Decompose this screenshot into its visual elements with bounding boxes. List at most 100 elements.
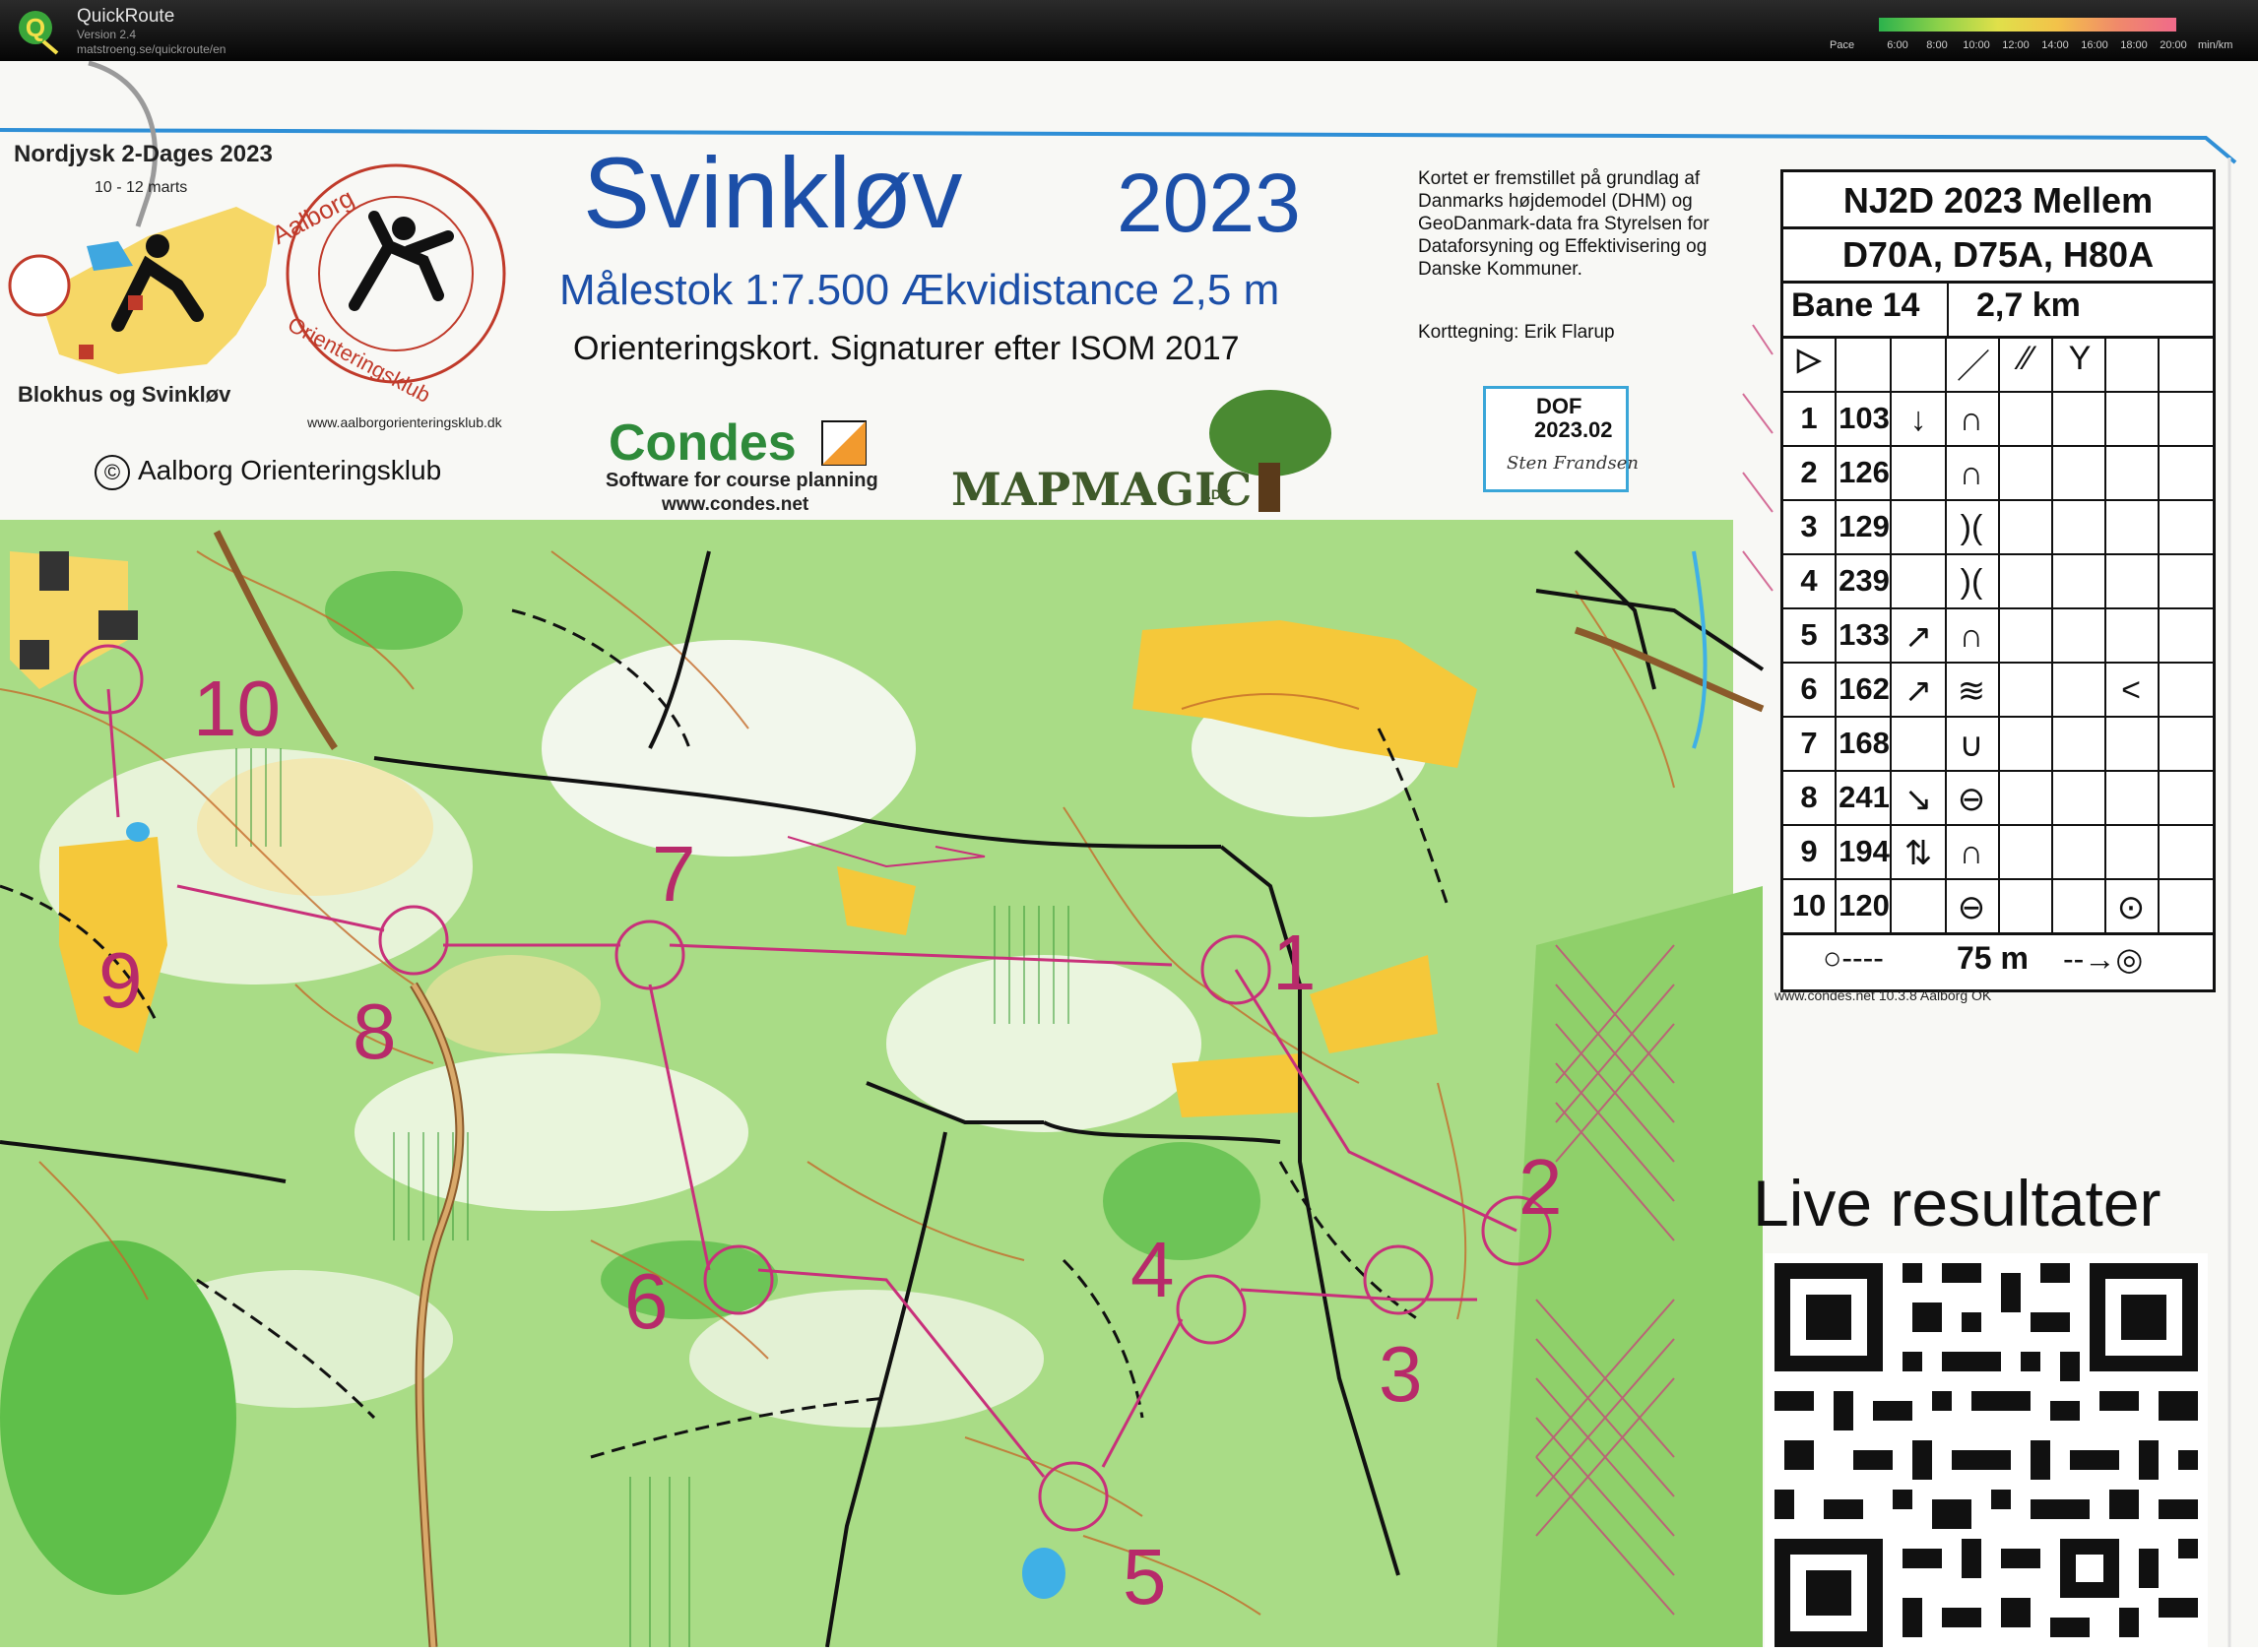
card-grid-line: [1890, 336, 1892, 932]
pace-tick: 16:00: [2081, 39, 2108, 51]
map-credits: Kortet er fremstillet på grundlag af Dan…: [1418, 168, 1710, 280]
control-code: 194: [1839, 834, 1890, 868]
pace-label: Pace: [1830, 39, 1855, 51]
card-grid-line: [2051, 336, 2053, 932]
control-number: 1: [1272, 919, 1317, 1006]
card-divider: [1783, 281, 2213, 284]
pace-unit: min/km: [2198, 39, 2233, 51]
control-code: 120: [1839, 888, 1890, 922]
control-sequence-number: 9: [1800, 834, 1818, 868]
control-sequence-number: 2: [1800, 455, 1818, 489]
map-symbols-standard: Orienteringskort. Signaturer efter ISOM …: [573, 330, 1240, 367]
mapper-credit: Korttegning: Erik Flarup: [1418, 322, 1615, 343]
control-feature-icon: ∩: [1959, 455, 1984, 492]
map-canvas[interactable]: Aalborg Orienteringsklub Nordjysk 2-Dage…: [0, 61, 2258, 1647]
map-title: Svinkløv: [583, 137, 963, 249]
control-feature-icon: )(: [1960, 509, 1983, 546]
control-sequence-number: 5: [1800, 617, 1818, 652]
control-number: 2: [1518, 1143, 1563, 1231]
finish-start-icon: ○----: [1823, 940, 1884, 976]
control-sequence-number: 10: [1791, 888, 1827, 922]
card-divider: [1947, 283, 1949, 338]
control-sequence-number: 4: [1800, 563, 1818, 598]
header-symbol: ／: [1957, 349, 1990, 386]
dof-signature: Sten Frandsen: [1507, 453, 1639, 474]
control-number: 3: [1379, 1330, 1423, 1418]
control-code: 129: [1839, 509, 1890, 543]
control-sequence-number: 6: [1800, 671, 1818, 706]
card-grid-line: [1998, 336, 2000, 932]
control-position-icon: ⊙: [2116, 889, 2146, 926]
pace-tick: 14:00: [2041, 39, 2069, 51]
control-number: 5: [1123, 1533, 1167, 1620]
condes-logo: Condes: [609, 414, 797, 472]
control-sequence-number: 3: [1800, 509, 1818, 543]
course-name: Bane 14: [1791, 286, 1920, 324]
header-symbol: Y: [2068, 340, 2092, 377]
pace-tick: 6:00: [1887, 39, 1908, 51]
app-url[interactable]: matstroeng.se/quickroute/en: [77, 42, 226, 56]
control-sequence-number: 8: [1800, 780, 1818, 814]
control-number: 9: [98, 936, 143, 1024]
control-feature-icon: )(: [1960, 563, 1983, 601]
control-code: 103: [1839, 401, 1890, 435]
control-code: 239: [1839, 563, 1890, 598]
control-sequence-number: 7: [1800, 726, 1818, 760]
control-feature-icon: ∩: [1959, 834, 1984, 871]
app-name: QuickRoute: [77, 6, 175, 27]
quickroute-logo-icon: Q: [19, 11, 59, 55]
pace-tick: 18:00: [2120, 39, 2148, 51]
control-code: 162: [1839, 671, 1890, 706]
control-direction-icon: ↓: [1909, 401, 1927, 438]
control-code: 126: [1839, 455, 1890, 489]
control-feature-icon: ∩: [1959, 401, 1984, 438]
card-grid-line: [1945, 336, 1947, 932]
control-feature-icon: ∪: [1959, 727, 1984, 764]
card-grid-line: [1835, 336, 1837, 932]
control-position-icon: <: [2121, 671, 2141, 709]
dof-code: 2023.02: [1534, 417, 1613, 442]
finish-distance: 75 m: [1957, 940, 2029, 976]
svg-text:Q: Q: [26, 13, 45, 42]
control-feature-icon: ∩: [1959, 617, 1984, 655]
pace-tick: 20:00: [2160, 39, 2187, 51]
map-terrain: [0, 324, 1774, 1647]
control-number: 4: [1130, 1226, 1175, 1313]
pace-tick: 12:00: [2002, 39, 2030, 51]
copyright-mark: ©: [95, 455, 130, 490]
card-grid-line: [2158, 336, 2160, 932]
copyright-text: Aalborg Orienteringsklub: [138, 455, 442, 485]
dof-label: DOF: [1536, 394, 1582, 418]
app-title-bar: Q QuickRoute Version 2.4 matstroeng.se/q…: [0, 0, 2258, 61]
event-left-title: Nordjysk 2-Dages 2023: [14, 141, 273, 167]
control-code: 168: [1839, 726, 1890, 760]
card-classes: D70A, D75A, H80A: [1841, 234, 2155, 275]
condes-url: www.condes.net: [662, 494, 809, 515]
control-number: 10: [193, 665, 281, 752]
map-year: 2023: [1117, 157, 1301, 249]
qr-code-icon: [1774, 1263, 2198, 1647]
event-left-date: 10 - 12 marts: [95, 179, 188, 196]
control-code: 133: [1839, 617, 1890, 652]
card-title: NJ2D 2023 Mellem: [1842, 180, 2154, 221]
control-number: 7: [652, 830, 696, 918]
card-divider: [1783, 932, 2213, 935]
control-feature-icon: ⊖: [1957, 781, 1986, 818]
card-grid-line: [2104, 336, 2106, 932]
finish-icon: --→◎: [2063, 941, 2144, 977]
club-left-name: Blokhus og Svinkløv: [18, 382, 231, 407]
club-url: www.aalborgorienteringsklub.dk: [307, 414, 502, 430]
control-description-card: NJ2D 2023 Mellem D70A, D75A, H80A Bane 1…: [1780, 169, 2216, 992]
pace-tick: 8:00: [1926, 39, 1948, 51]
control-sequence-number: 1: [1800, 401, 1818, 435]
map-scale: Målestok 1:7.500 Ækvidistance 2,5 m: [559, 266, 1280, 314]
control-number: 6: [624, 1257, 669, 1345]
start-icon: ▷: [1797, 342, 1821, 376]
live-results-title: Live resultater: [1753, 1167, 2161, 1239]
control-direction-icon: ↗: [1903, 672, 1933, 710]
control-direction-icon: ↘: [1903, 781, 1933, 818]
qr-code[interactable]: [1765, 1253, 2208, 1647]
header-symbol: ⁄⁄: [2021, 340, 2032, 377]
pace-color-scale: [1879, 18, 2176, 32]
control-code: 241: [1839, 780, 1890, 814]
